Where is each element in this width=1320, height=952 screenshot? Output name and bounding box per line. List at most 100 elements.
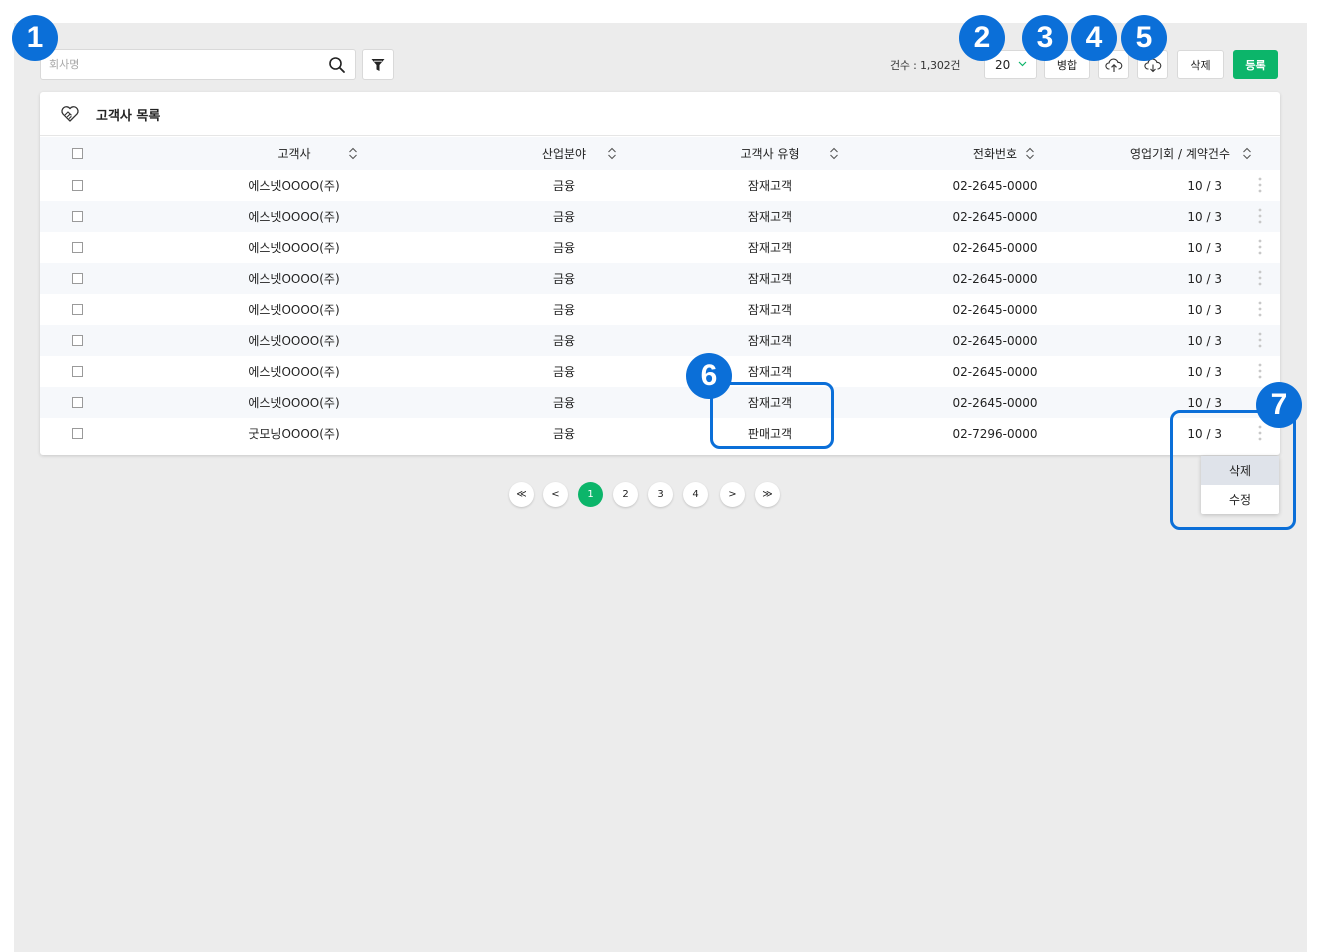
row-checkbox-cell <box>68 232 86 263</box>
annotation-marker-5: 5 <box>1121 15 1167 61</box>
row-checkbox[interactable] <box>71 180 83 191</box>
more-vertical-icon[interactable] <box>1257 361 1263 381</box>
table-row[interactable]: 에스넷OOOO(주) 금융 잠재고객 02-2645-0000 10 / 3 <box>40 387 1280 418</box>
table-row[interactable]: 에스넷OOOO(주) 금융 잠재고객 02-2645-0000 10 / 3 <box>40 325 1280 356</box>
phone-number: 02-2645-0000 <box>952 302 1038 317</box>
row-checkbox[interactable] <box>71 211 83 222</box>
industry: 금융 <box>552 210 576 224</box>
search-input[interactable] <box>41 50 321 79</box>
customer-name[interactable]: 에스넷OOOO(주) <box>190 356 398 387</box>
industry: 금융 <box>552 241 576 255</box>
pagination-page-3[interactable]: 3 <box>648 482 673 507</box>
row-checkbox-cell <box>68 263 86 294</box>
table-row[interactable]: 에스넷OOOO(주) 금융 잠재고객 02-2645-0000 10 / 3 <box>40 232 1280 263</box>
row-checkbox[interactable] <box>71 242 83 253</box>
sort-icon[interactable] <box>1242 147 1252 160</box>
table-row[interactable]: 에스넷OOOO(주) 금융 잠재고객 02-2645-0000 10 / 3 <box>40 263 1280 294</box>
pagination-page-1[interactable]: 1 <box>578 482 603 507</box>
customer-name[interactable]: 에스넷OOOO(주) <box>190 232 398 263</box>
more-vertical-icon[interactable] <box>1257 175 1263 195</box>
table-row[interactable]: 에스넷OOOO(주) 금융 잠재고객 02-2645-0000 10 / 3 <box>40 201 1280 232</box>
select-all-checkbox-cell <box>68 137 86 170</box>
sort-icon[interactable] <box>607 147 617 160</box>
search-icon[interactable] <box>328 56 346 74</box>
customer-type: 잠재고객 <box>747 179 793 193</box>
industry: 금융 <box>552 365 576 379</box>
filter-button[interactable] <box>362 49 394 80</box>
customer-type: 잠재고객 <box>747 210 793 224</box>
pagination-prev[interactable]: < <box>543 482 568 507</box>
pagination-last[interactable]: ≫ <box>755 482 780 507</box>
panel-title: 고객사 목록 <box>96 109 161 124</box>
annotation-marker-2: 2 <box>959 15 1005 61</box>
sort-icon[interactable] <box>1025 147 1035 160</box>
more-vertical-icon[interactable] <box>1257 237 1263 257</box>
pagination-page-2[interactable]: 2 <box>613 482 638 507</box>
customer-name[interactable]: 에스넷OOOO(주) <box>190 201 398 232</box>
annotation-marker-4: 4 <box>1071 15 1117 61</box>
filter-icon <box>371 58 385 71</box>
column-header-customer[interactable]: 고객사 <box>190 137 398 170</box>
more-vertical-icon[interactable] <box>1257 330 1263 350</box>
row-checkbox-cell <box>68 356 86 387</box>
table-row[interactable]: 에스넷OOOO(주) 금융 잠재고객 02-2645-0000 10 / 3 <box>40 294 1280 325</box>
select-all-checkbox[interactable] <box>71 148 83 159</box>
table-row[interactable]: 에스넷OOOO(주) 금융 잠재고객 02-2645-0000 10 / 3 <box>40 170 1280 201</box>
phone-number: 02-7296-0000 <box>952 426 1038 441</box>
row-checkbox[interactable] <box>71 397 83 408</box>
chevron-down-icon <box>1018 61 1027 67</box>
row-checkbox-cell <box>68 418 86 449</box>
row-checkbox[interactable] <box>71 366 83 377</box>
opportunity-contract-count: 10 / 3 <box>1187 209 1222 224</box>
column-header-phone[interactable]: 전화번호 <box>935 137 1055 170</box>
column-header-opportunities[interactable]: 영업기회 / 계약건수 <box>1100 137 1260 170</box>
column-header-industry[interactable]: 산업분야 <box>514 137 614 170</box>
table-row[interactable]: 굿모닝OOOO(주) 금융 판매고객 02-7296-0000 10 / 3 <box>40 418 1280 449</box>
pagination-first[interactable]: ≪ <box>509 482 534 507</box>
customer-name[interactable]: 에스넷OOOO(주) <box>190 294 398 325</box>
opportunity-contract-count: 10 / 3 <box>1187 240 1222 255</box>
phone-number: 02-2645-0000 <box>952 209 1038 224</box>
sort-icon[interactable] <box>348 147 358 160</box>
customer-type: 잠재고객 <box>747 303 793 317</box>
row-checkbox[interactable] <box>71 335 83 346</box>
panel-header: 고객사 목록 <box>40 92 1280 136</box>
register-button[interactable]: 등록 <box>1233 50 1278 79</box>
customer-name[interactable]: 에스넷OOOO(주) <box>190 263 398 294</box>
customer-type: 잠재고객 <box>747 272 793 286</box>
pagination-page-4[interactable]: 4 <box>683 482 708 507</box>
table-row[interactable]: 에스넷OOOO(주) 금융 잠재고객 02-2645-0000 10 / 3 <box>40 356 1280 387</box>
row-checkbox[interactable] <box>71 273 83 284</box>
row-checkbox-cell <box>68 325 86 356</box>
search-box <box>40 49 356 80</box>
customer-list-panel: 고객사 목록 고객사 산업분야 고객사 유형 전화번호 영업기회 / 계약건수 … <box>40 92 1280 455</box>
sort-icon[interactable] <box>829 147 839 160</box>
more-vertical-icon[interactable] <box>1257 206 1263 226</box>
delete-button[interactable]: 삭제 <box>1177 50 1224 79</box>
column-header-customer-type[interactable]: 고객사 유형 <box>720 137 820 170</box>
more-vertical-icon[interactable] <box>1257 299 1263 319</box>
row-checkbox[interactable] <box>71 428 83 439</box>
opportunity-contract-count: 10 / 3 <box>1187 302 1222 317</box>
industry: 금융 <box>552 272 576 286</box>
phone-number: 02-2645-0000 <box>952 271 1038 286</box>
customer-name[interactable]: 에스넷OOOO(주) <box>190 170 398 201</box>
customer-name[interactable]: 굿모닝OOOO(주) <box>190 418 398 449</box>
customer-type: 잠재고객 <box>747 334 793 348</box>
customer-name[interactable]: 에스넷OOOO(주) <box>190 387 398 418</box>
customer-name[interactable]: 에스넷OOOO(주) <box>190 325 398 356</box>
opportunity-contract-count: 10 / 3 <box>1187 333 1222 348</box>
industry: 금융 <box>552 179 576 193</box>
industry: 금융 <box>552 427 576 441</box>
pagination-next[interactable]: > <box>720 482 745 507</box>
more-vertical-icon[interactable] <box>1257 268 1263 288</box>
annotation-marker-7: 7 <box>1256 382 1302 428</box>
page-size-value: 20 <box>995 58 1011 72</box>
table-header-row: 고객사 산업분야 고객사 유형 전화번호 영업기회 / 계약건수 <box>40 137 1280 170</box>
row-checkbox-cell <box>68 387 86 418</box>
annotation-marker-6: 6 <box>686 353 732 399</box>
cloud-upload-icon <box>1104 58 1122 72</box>
phone-number: 02-2645-0000 <box>952 333 1038 348</box>
row-checkbox[interactable] <box>71 304 83 315</box>
industry: 금융 <box>552 303 576 317</box>
